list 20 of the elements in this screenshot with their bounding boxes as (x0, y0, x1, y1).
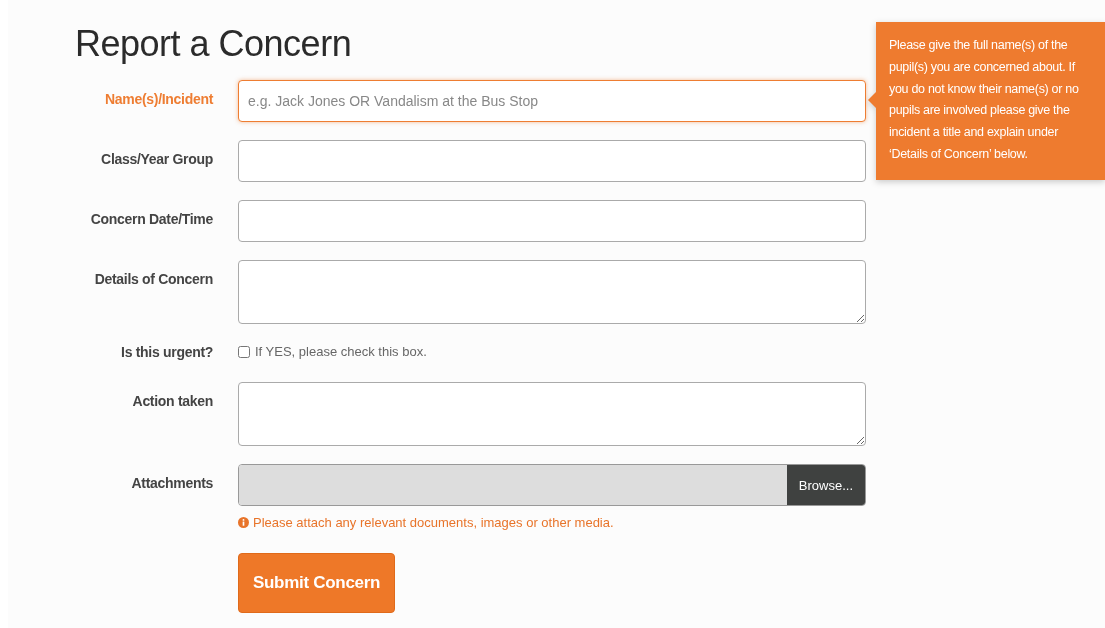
tooltip: Please give the full name(s) of the pupil(s) you are concerned about. If you do not know their name(s) or no pupils are involved please give the incident a title and explain under ‘Details of Concern’ below. (868, 22, 1105, 180)
checkbox[interactable] (238, 345, 250, 358)
text-field[interactable] (238, 140, 866, 182)
text-field[interactable] (238, 200, 866, 242)
browse-button[interactable]: Browse... (786, 465, 865, 505)
field-label: Action taken (131, 392, 213, 409)
info-icon (238, 517, 249, 528)
field-label: Is this urgent? (120, 343, 213, 360)
field-label: Attachments (130, 474, 213, 491)
help-text: Please attach any relevant documents, images or other media. (253, 515, 614, 530)
checkbox-label: If YES, please check this box. (255, 344, 427, 359)
field-label: Details of Concern (93, 270, 213, 287)
text-area[interactable] (238, 260, 866, 324)
field-label: Class/Year Group (100, 150, 213, 167)
file-field[interactable]: Browse... (238, 464, 866, 506)
text-area[interactable] (238, 382, 866, 446)
page-title: Report a Concern (75, 22, 352, 66)
field-label: Concern Date/Time (89, 210, 213, 227)
text-field[interactable]: e.g. Jack Jones OR Vandalism at the Bus Stop (238, 80, 866, 122)
field-label: Name(s)/Incident (104, 90, 213, 107)
